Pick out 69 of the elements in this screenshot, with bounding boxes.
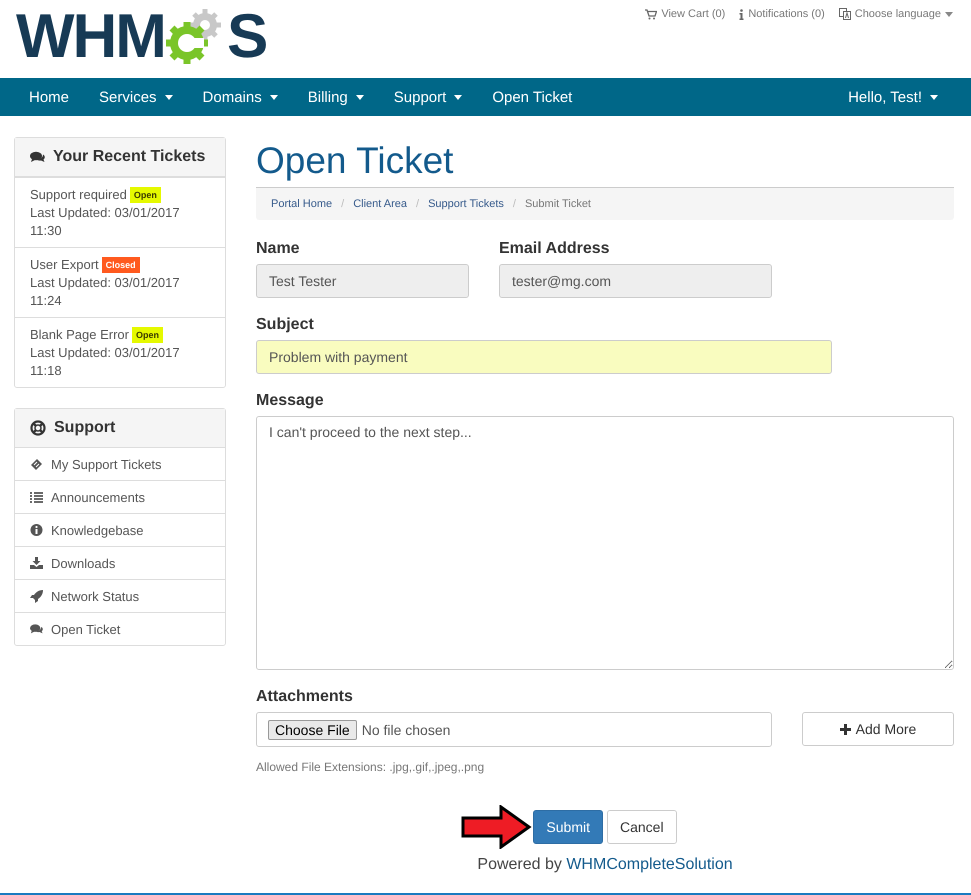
nav-item[interactable]: Billing	[292, 78, 379, 116]
sidebar-item[interactable]: Open Ticket	[15, 612, 225, 645]
nav-item[interactable]: Support	[378, 78, 478, 116]
header-link[interactable]: Choose language	[838, 8, 953, 20]
status-badge: Open	[130, 187, 161, 203]
nav-item[interactable]: Domains	[188, 78, 293, 116]
file-input[interactable]: Choose File No file chosen	[256, 712, 772, 747]
breadcrumb-separator: /	[415, 198, 420, 210]
page-title: Open Ticket	[256, 141, 454, 181]
sidebar-item[interactable]: My Support Tickets	[15, 448, 225, 480]
choose-file-button[interactable]: Choose File	[268, 720, 357, 740]
field-label: Message	[256, 392, 325, 410]
comments-icon	[30, 623, 43, 635]
ticket-item[interactable]: User Export Closed Last Updated: 03/01/2017 11:24	[15, 247, 225, 317]
footer-link[interactable]: WHMCompleteSolution	[566, 856, 733, 873]
list-icon	[30, 492, 43, 502]
sidebar-item[interactable]: Network Status	[15, 579, 225, 612]
header-link[interactable]: View Cart (0)	[645, 8, 726, 20]
lifebuoy-icon	[30, 420, 46, 436]
ticket-updated: Last Updated: 03/01/2017 11:18	[30, 344, 181, 380]
header-link[interactable]: Notifications (0)	[739, 8, 825, 20]
file-status: No file chosen	[362, 722, 450, 738]
status-badge: Closed	[102, 257, 140, 273]
field-label: Name	[256, 240, 301, 258]
nav-item[interactable]: Open Ticket	[477, 78, 588, 116]
status-badge: Open	[132, 327, 164, 343]
ticket-updated: Last Updated: 03/01/2017 11:30	[30, 204, 181, 240]
comments-icon	[30, 151, 45, 163]
help-text: Allowed File Extensions: .jpg,.gif,.jpeg,.png	[256, 760, 486, 774]
cart-icon	[645, 8, 658, 20]
info-icon	[30, 524, 43, 536]
breadcrumb-link[interactable]: Portal Home	[271, 198, 332, 210]
input-field[interactable]: Problem with payment	[256, 340, 832, 374]
ticket-item[interactable]: Support required Open Last Updated: 03/01/2017 11:30	[15, 177, 225, 247]
field-label: Attachments	[256, 688, 354, 706]
sidebar-item[interactable]: Announcements	[15, 480, 225, 513]
breadcrumb-link[interactable]: Support Tickets	[428, 198, 504, 210]
sidebar-item[interactable]: Knowledgebase	[15, 513, 225, 546]
ticket-icon	[30, 458, 43, 470]
ticket-subject: Support required	[30, 187, 127, 202]
language-icon	[838, 8, 851, 20]
arrow-icon	[461, 805, 533, 849]
panel-title: Your Recent Tickets	[53, 148, 206, 166]
ticket-updated: Last Updated: 03/01/2017 11:24	[30, 274, 181, 310]
ticket-subject: User Export	[30, 257, 99, 272]
breadcrumb-current: Submit Ticket	[524, 198, 591, 210]
rocket-icon	[30, 590, 43, 602]
info-icon	[739, 8, 744, 20]
add-more-button[interactable]: Add More	[802, 712, 954, 746]
logo-text[interactable]: WHM	[16, 9, 165, 65]
field-label: Subject	[256, 316, 315, 334]
user-menu[interactable]: Hello, Test!	[833, 78, 953, 116]
submit-button[interactable]: Submit	[533, 810, 603, 844]
plus-icon	[840, 724, 851, 734]
ticket-item[interactable]: Blank Page Error Open Last Updated: 03/01/2017 11:18	[15, 317, 225, 387]
download-icon	[30, 557, 43, 569]
nav-item[interactable]: Services	[84, 78, 188, 116]
breadcrumb-link[interactable]: Client Area	[353, 198, 408, 210]
logo-text[interactable]: S	[226, 9, 266, 65]
nav-item[interactable]: Home	[14, 78, 84, 116]
message-field[interactable]: I can't proceed to the next step...	[256, 416, 954, 670]
panel-title: Support	[54, 419, 116, 437]
breadcrumb-separator: /	[340, 198, 346, 210]
cancel-button[interactable]: Cancel	[606, 810, 677, 844]
breadcrumb-separator: /	[512, 198, 517, 210]
ticket-subject: Blank Page Error	[30, 327, 129, 342]
footer-text: Powered by WHMCompleteSolution	[476, 856, 734, 874]
field-label: Email Address	[499, 240, 611, 258]
sidebar-item[interactable]: Downloads	[15, 546, 225, 579]
